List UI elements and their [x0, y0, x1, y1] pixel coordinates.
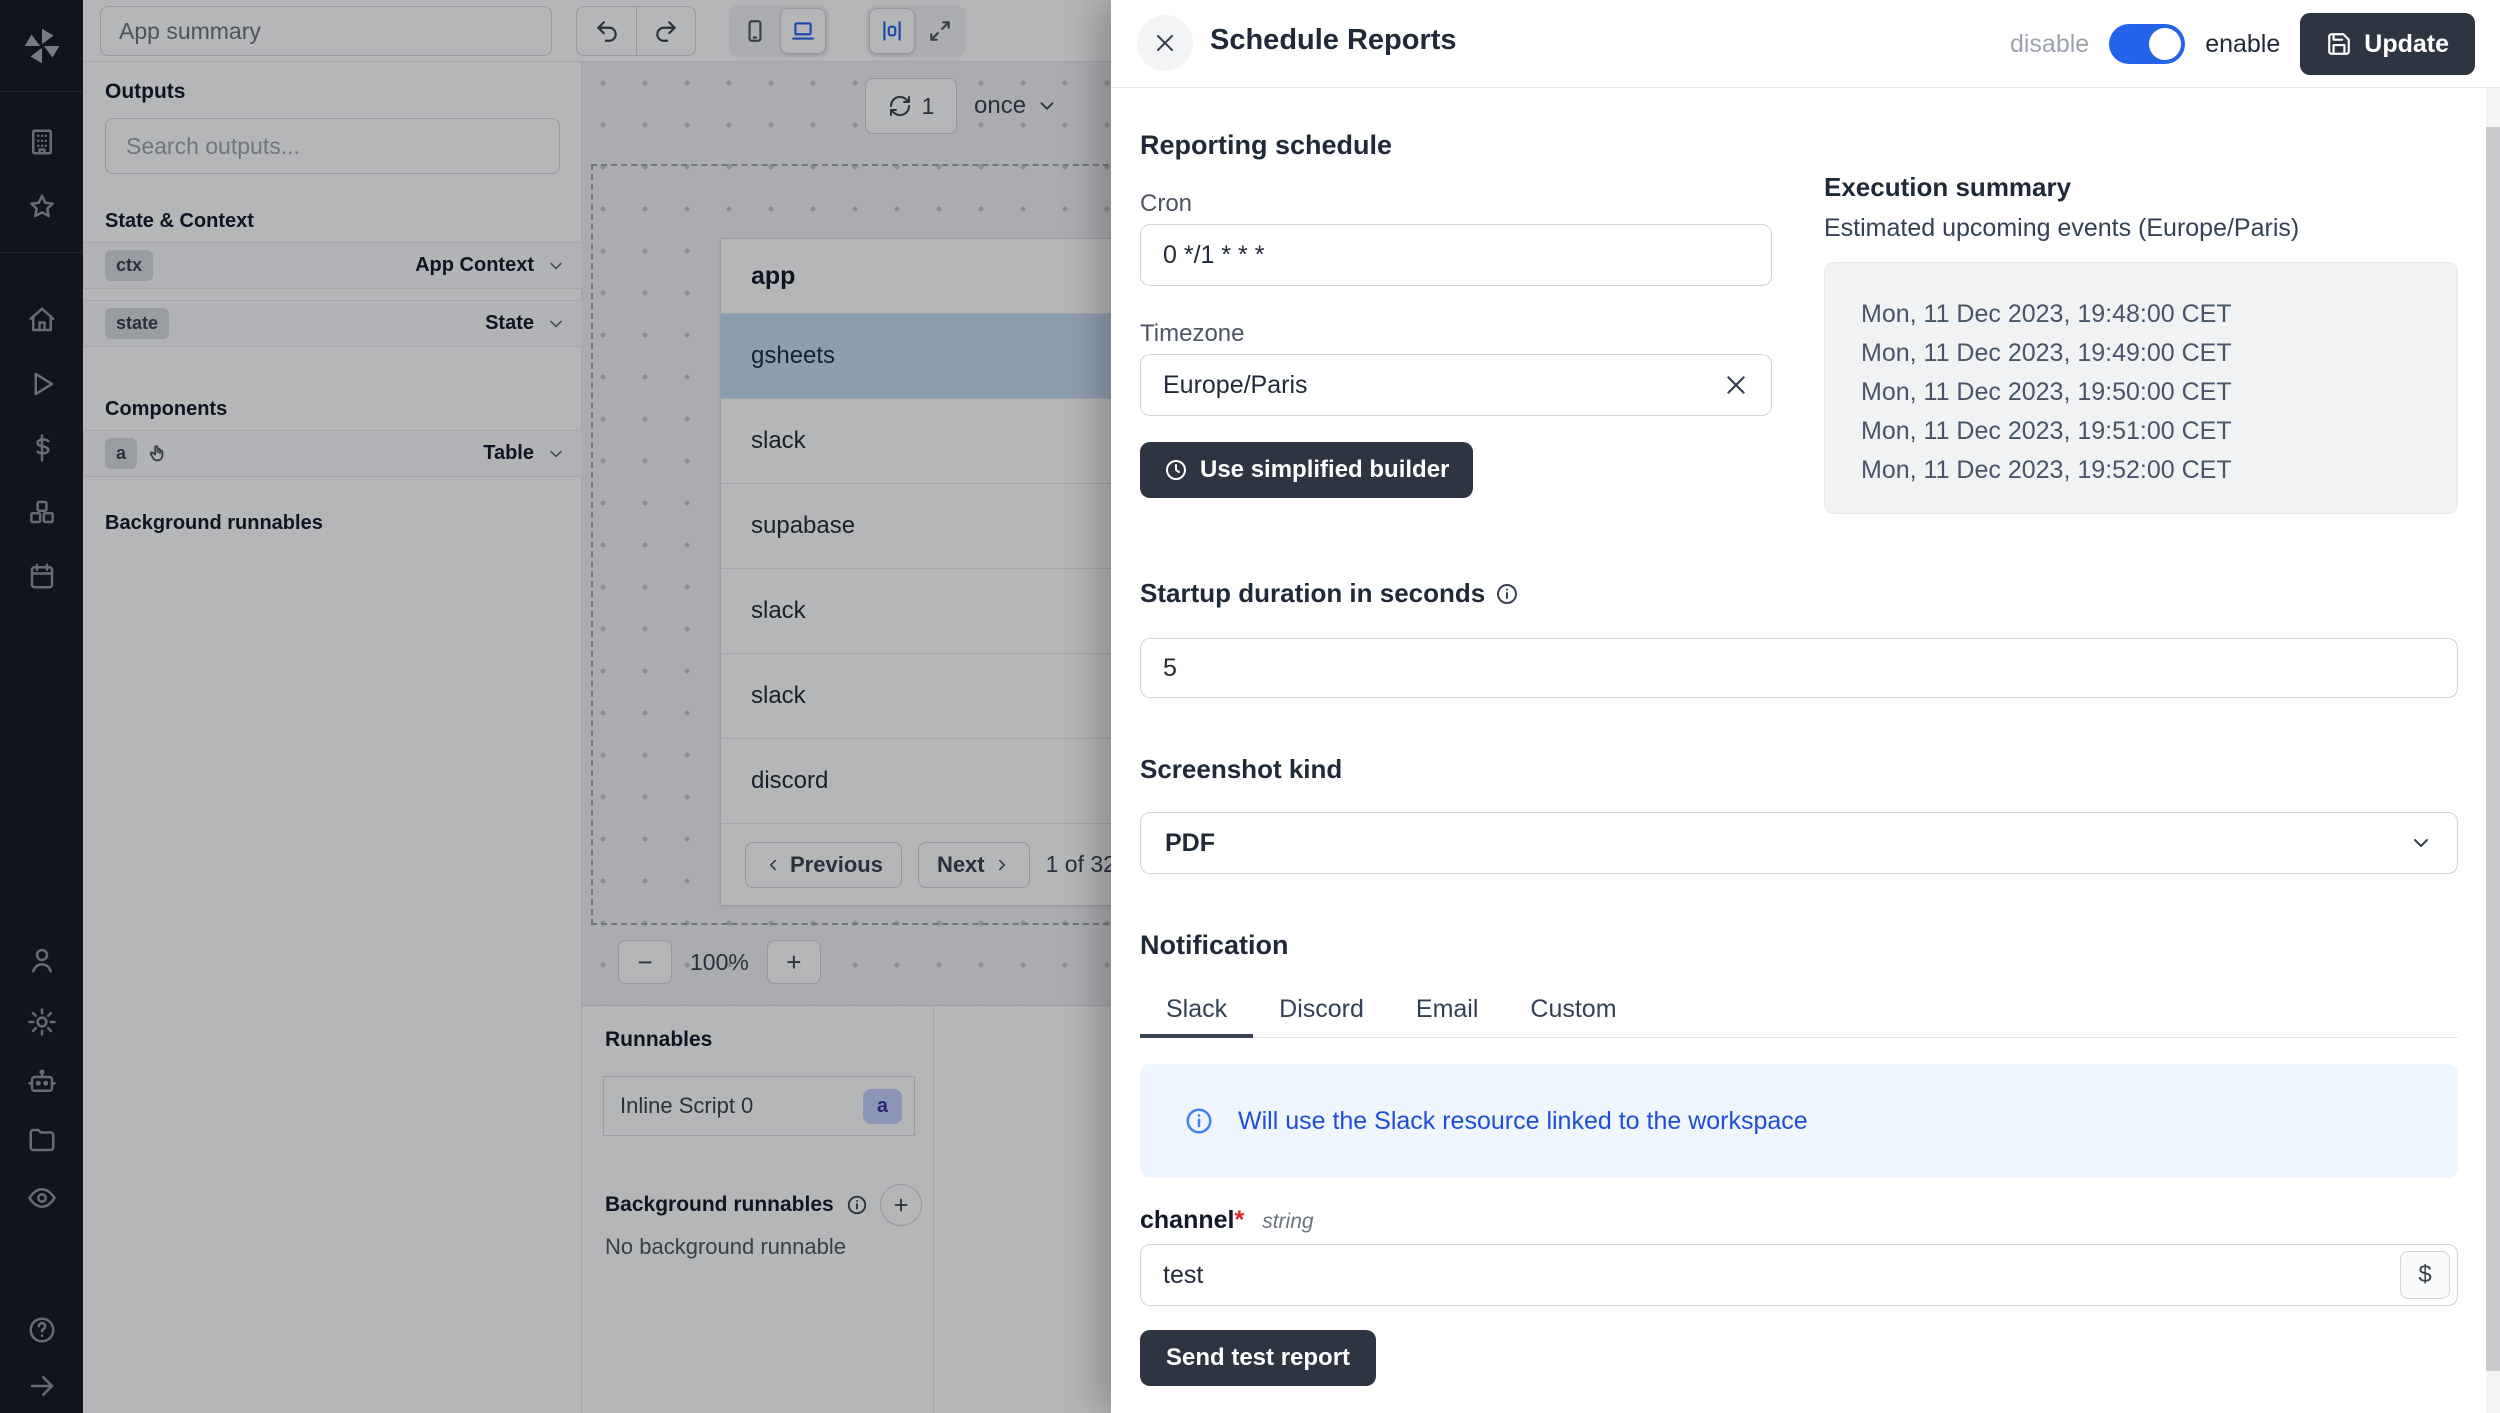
- upcoming-events-box: Mon, 11 Dec 2023, 19:48:00 CET Mon, 11 D…: [1824, 262, 2458, 514]
- screenshot-kind-label: Screenshot kind: [1140, 754, 1342, 785]
- insert-variable-button[interactable]: $: [2400, 1251, 2450, 1299]
- channel-type: string: [1262, 1210, 1313, 1234]
- screenshot-kind-value: PDF: [1165, 829, 1215, 858]
- screenshot-kind-select[interactable]: PDF: [1140, 812, 2458, 874]
- close-drawer-button[interactable]: [1137, 15, 1193, 71]
- reporting-schedule-title: Reporting schedule: [1140, 130, 1392, 161]
- close-icon: [1153, 31, 1177, 55]
- event-item: Mon, 11 Dec 2023, 19:52:00 CET: [1861, 451, 2457, 490]
- notification-title: Notification: [1140, 930, 1289, 961]
- screen: Outputs State & Context ctx App Context …: [0, 0, 2500, 1413]
- startup-duration-label: Startup duration in seconds: [1140, 578, 1519, 609]
- timezone-input[interactable]: [1140, 354, 1772, 416]
- info-icon: [1495, 582, 1519, 606]
- toggle-on-label: enable: [2205, 30, 2280, 59]
- tab-custom[interactable]: Custom: [1504, 984, 1642, 1038]
- execution-summary-subtitle: Estimated upcoming events (Europe/Paris): [1824, 214, 2299, 243]
- enable-toggle[interactable]: [2109, 24, 2185, 64]
- event-item: Mon, 11 Dec 2023, 19:49:00 CET: [1861, 334, 2457, 373]
- channel-field-label: channel * string: [1140, 1206, 1314, 1235]
- drawer-title: Schedule Reports: [1210, 24, 1457, 57]
- cron-input[interactable]: [1140, 224, 1772, 286]
- alert-text: Will use the Slack resource linked to th…: [1238, 1107, 1808, 1136]
- cron-label: Cron: [1140, 190, 1192, 218]
- clear-timezone-icon[interactable]: [1723, 372, 1749, 398]
- save-icon: [2326, 31, 2352, 57]
- tab-email[interactable]: Email: [1390, 984, 1505, 1038]
- startup-duration-input[interactable]: [1140, 638, 2458, 698]
- event-item: Mon, 11 Dec 2023, 19:50:00 CET: [1861, 373, 2457, 412]
- schedule-reports-drawer: Schedule Reports disable enable Update R…: [1111, 0, 2500, 1413]
- slack-info-alert: Will use the Slack resource linked to th…: [1140, 1064, 2458, 1178]
- toggle-off-label: disable: [2010, 30, 2089, 59]
- drawer-scrollbar-thumb[interactable]: [2486, 127, 2500, 1371]
- execution-summary-title: Execution summary: [1824, 172, 2071, 203]
- clock-icon: [1164, 458, 1188, 482]
- event-item: Mon, 11 Dec 2023, 19:51:00 CET: [1861, 412, 2457, 451]
- tab-discord[interactable]: Discord: [1253, 984, 1390, 1038]
- chevron-down-icon: [2409, 831, 2433, 855]
- channel-input[interactable]: [1140, 1244, 2458, 1306]
- timezone-label: Timezone: [1140, 320, 1244, 348]
- info-icon: [1184, 1106, 1214, 1136]
- tab-slack[interactable]: Slack: [1140, 984, 1253, 1038]
- send-test-report-button[interactable]: Send test report: [1140, 1330, 1376, 1386]
- update-button[interactable]: Update: [2300, 13, 2475, 75]
- notification-tabs: Slack Discord Email Custom: [1140, 984, 2458, 1038]
- drawer-backdrop[interactable]: [0, 0, 1111, 1413]
- drawer-header: Schedule Reports disable enable Update: [1111, 0, 2500, 88]
- use-simplified-builder-button[interactable]: Use simplified builder: [1140, 442, 1473, 498]
- drawer-header-actions: disable enable Update: [2010, 0, 2475, 88]
- channel-input-wrap: $: [1140, 1244, 2458, 1306]
- event-item: Mon, 11 Dec 2023, 19:48:00 CET: [1861, 295, 2457, 334]
- required-asterisk: *: [1234, 1206, 1244, 1235]
